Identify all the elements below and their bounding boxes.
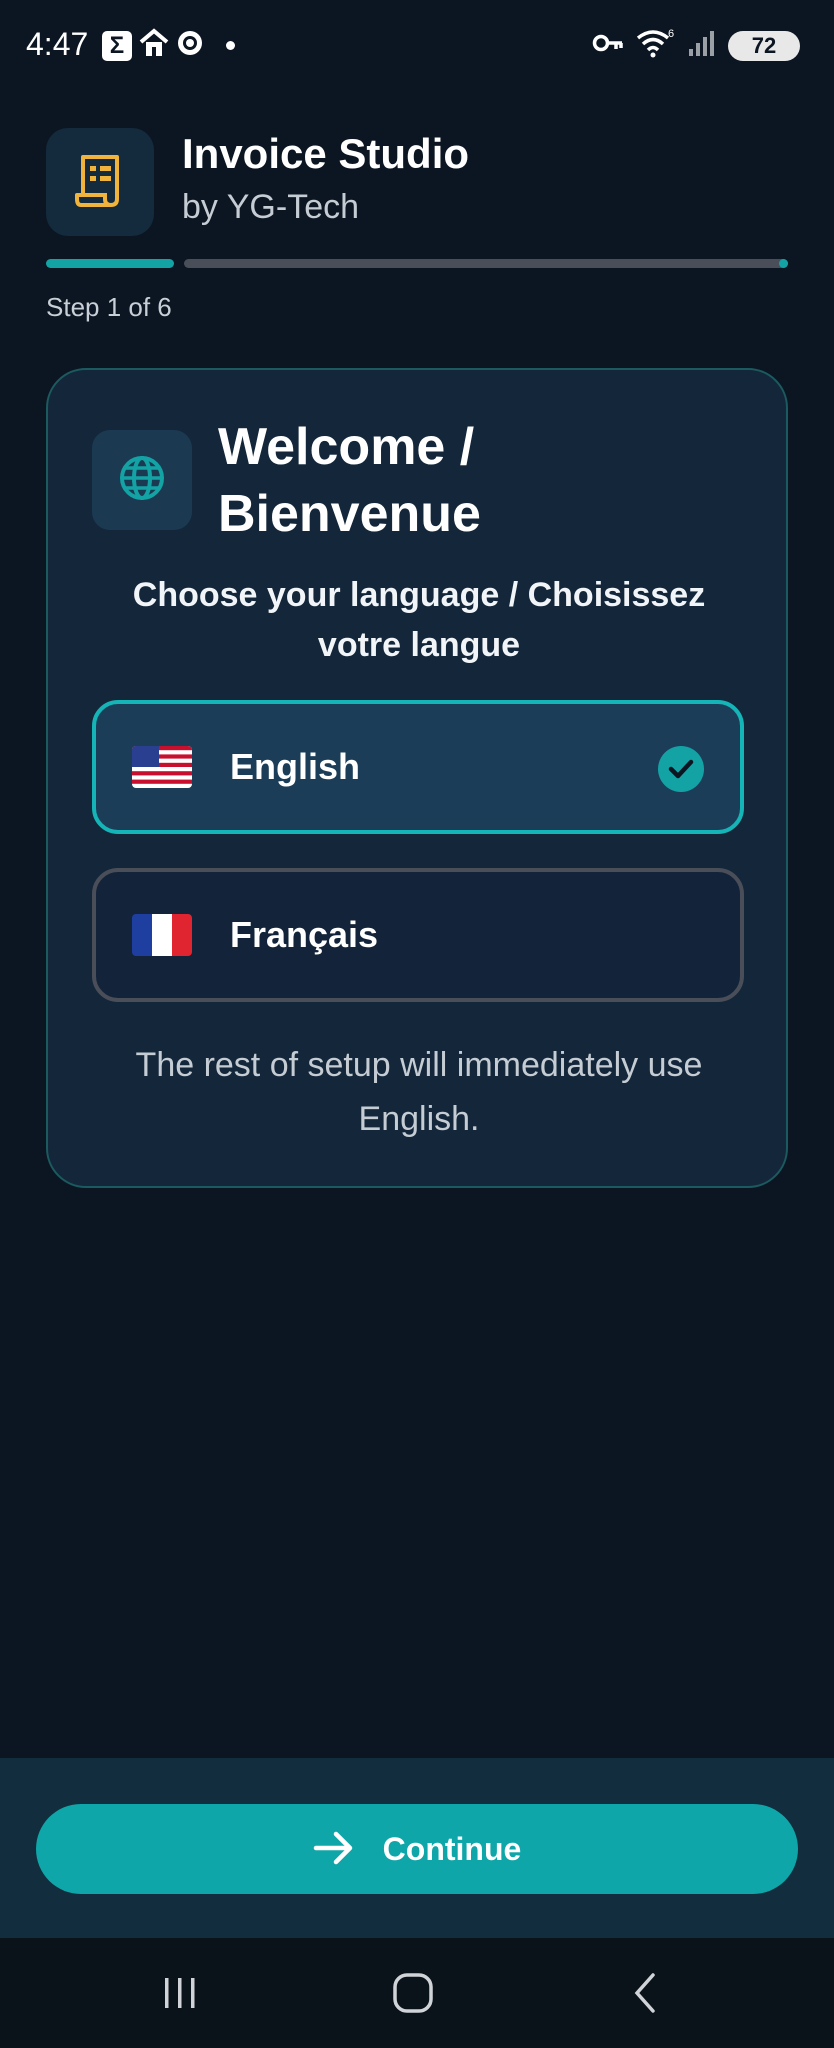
check-icon xyxy=(658,746,704,792)
sigma-icon: Σ xyxy=(102,30,132,61)
globe-icon xyxy=(117,453,167,508)
system-nav-bar xyxy=(0,1938,834,2048)
continue-label: Continue xyxy=(382,1830,522,1867)
language-label-english: English xyxy=(230,746,361,787)
back-button[interactable] xyxy=(616,1968,676,2018)
status-bar: 4:47 Σ 6 72 xyxy=(0,0,834,92)
vpn-key-icon xyxy=(592,32,624,59)
app-subtitle: by YG-Tech xyxy=(182,188,360,226)
system-icons: 6 72 xyxy=(592,28,800,63)
home-icon xyxy=(138,28,170,63)
app-logo xyxy=(46,128,154,236)
language-card: Welcome / Bienvenue Choose your language… xyxy=(46,368,788,1188)
footer-bar: Continue xyxy=(0,1758,834,1938)
progress-end-dot xyxy=(779,259,788,268)
setup-language-note: The rest of setup will immediately use E… xyxy=(135,1046,703,1138)
setup-progress-bar xyxy=(46,259,788,268)
us-flag-icon xyxy=(132,746,192,788)
wifi-label: 6 xyxy=(668,28,674,40)
globe-app-icon xyxy=(176,29,204,62)
continue-button[interactable]: Continue xyxy=(36,1804,798,1894)
fr-flag-icon xyxy=(132,914,192,956)
wifi-icon: 6 xyxy=(636,28,676,63)
progress-remaining-segment xyxy=(184,259,788,268)
language-label-french: Français xyxy=(230,914,379,955)
recent-apps-button[interactable] xyxy=(150,1968,210,2018)
welcome-title: Welcome / Bienvenue xyxy=(218,418,481,543)
notification-icons: Σ xyxy=(102,28,235,63)
more-notifications-dot xyxy=(226,41,235,50)
signal-icon xyxy=(688,29,716,62)
battery-indicator: 72 xyxy=(728,30,800,61)
language-prompt: Choose your language / Choisissez votre … xyxy=(132,576,706,664)
app-title: Invoice Studio xyxy=(182,130,470,177)
status-time: 4:47 xyxy=(26,26,89,62)
step-label: Step 1 of 6 xyxy=(46,292,172,322)
home-button[interactable] xyxy=(383,1968,443,2018)
globe-icon-box xyxy=(92,430,192,530)
language-option-english[interactable]: English xyxy=(92,700,744,834)
arrow-right-icon xyxy=(313,1831,355,1868)
language-option-french[interactable]: Français xyxy=(92,868,744,1002)
receipt-icon xyxy=(73,151,127,214)
progress-completed-segment xyxy=(46,259,174,268)
battery-level: 72 xyxy=(751,32,777,58)
